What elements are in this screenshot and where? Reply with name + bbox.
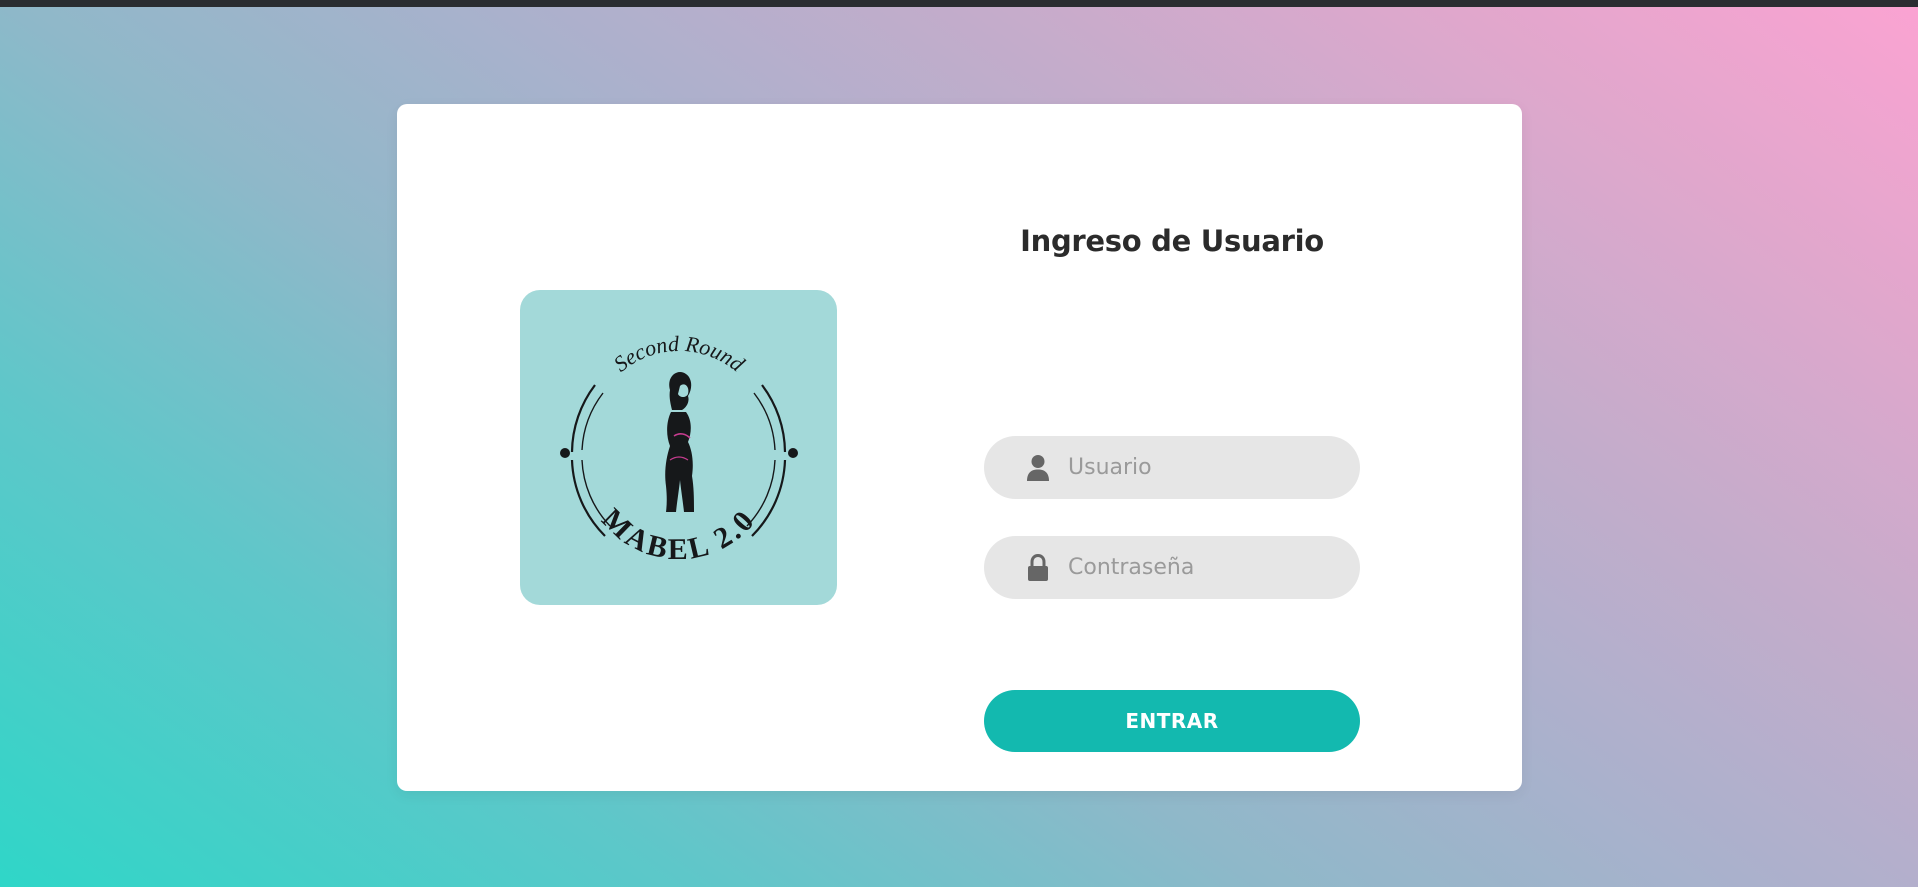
password-input[interactable] [1068, 536, 1338, 599]
login-card: Second Round MABEL 2.0 Ingreso de Usuari… [397, 104, 1522, 791]
figure-silhouette-icon [665, 371, 694, 512]
logo-bottom-text: MABEL 2.0 [595, 502, 759, 566]
logo-top-text: Second Round [609, 331, 750, 377]
user-icon [1026, 454, 1050, 482]
svg-text:Second Round: Second Round [609, 331, 750, 377]
brand-logo: Second Round MABEL 2.0 [520, 290, 837, 605]
username-input[interactable] [1068, 436, 1338, 499]
submit-button[interactable]: ENTRAR [984, 690, 1360, 752]
svg-text:MABEL 2.0: MABEL 2.0 [595, 502, 762, 566]
browser-top-bar [0, 0, 1918, 7]
login-title: Ingreso de Usuario [1020, 224, 1324, 258]
lock-icon [1026, 554, 1050, 582]
username-field [984, 436, 1360, 499]
logo-emblem: Second Round MABEL 2.0 [560, 331, 798, 566]
password-field [984, 536, 1360, 599]
